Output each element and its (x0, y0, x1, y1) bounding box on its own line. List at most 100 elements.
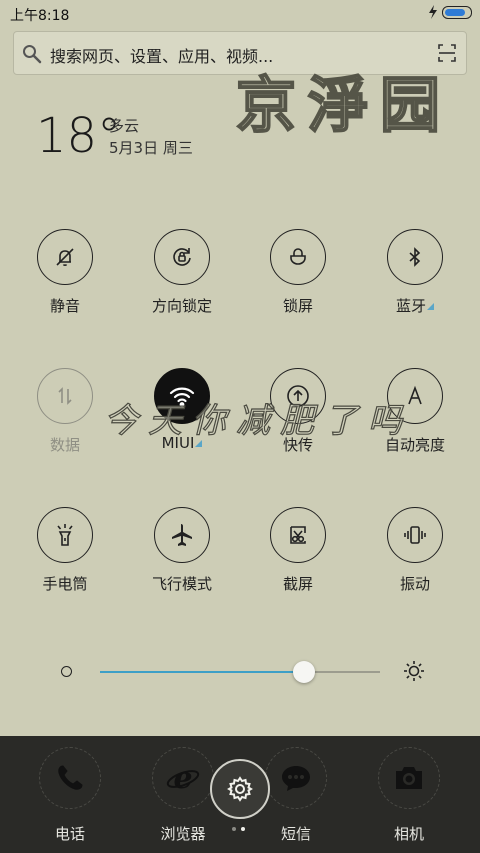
mobile-data-icon (53, 384, 77, 408)
toggle-label-text: 截屏 (282, 575, 313, 593)
toggle-button[interactable] (154, 507, 210, 563)
expand-indicator-icon (195, 440, 203, 447)
brightness-fill (100, 671, 305, 673)
toggle-label: MIUI (127, 434, 237, 452)
toggle-lock[interactable]: 锁屏 (243, 229, 353, 316)
toggle-label-text: 快传 (282, 436, 313, 454)
toggle-button[interactable] (387, 229, 443, 285)
rotation-lock-icon (170, 245, 194, 269)
toggle-auto-brightness[interactable]: 自动亮度 (360, 368, 470, 455)
brightness-thumb[interactable] (293, 661, 316, 683)
dock-label: 短信 (280, 825, 311, 843)
toggle-label: 截屏 (243, 573, 353, 594)
status-icons (428, 5, 472, 19)
camera-icon (396, 767, 422, 789)
toggle-flashlight[interactable]: 手电筒 (10, 507, 120, 594)
toggle-label-text: 锁屏 (282, 297, 313, 315)
watermark-logo-text: 京淨园 (236, 71, 452, 138)
search-input[interactable]: 搜索网页、设置、应用、视频... (50, 43, 273, 67)
toggle-label: 锁屏 (243, 295, 353, 316)
scan-icon[interactable] (438, 44, 456, 62)
dock-label: 相机 (393, 825, 424, 843)
toggle-label-text: 自动亮度 (384, 436, 445, 454)
toggle-button[interactable] (37, 368, 93, 424)
toggle-vibrate[interactable]: 振动 (360, 507, 470, 594)
toggle-wifi[interactable]: MIUI (127, 368, 237, 452)
brightness-high-icon (404, 661, 424, 681)
toggle-bluetooth[interactable]: 蓝牙 (360, 229, 470, 316)
mute-bell-icon (53, 245, 77, 269)
lock-icon (286, 245, 310, 269)
dock-camera[interactable]: 相机 (359, 747, 459, 844)
battery-icon (442, 5, 472, 19)
toggle-label-text: 数据 (49, 436, 80, 454)
toggle-button[interactable] (37, 507, 93, 563)
toggle-button[interactable] (154, 229, 210, 285)
charging-icon (429, 5, 437, 19)
toggle-label: 方向锁定 (127, 295, 237, 316)
toggle-label-text: 蓝牙 (395, 297, 426, 315)
wifi-icon (168, 384, 196, 408)
auto-brightness-icon (403, 384, 427, 408)
toggle-button[interactable] (154, 368, 210, 424)
toggle-button[interactable] (387, 368, 443, 424)
airplane-icon (169, 522, 195, 548)
weather-condition: 多云 (109, 117, 140, 135)
gear-icon (227, 776, 253, 802)
vibrate-icon (402, 523, 428, 547)
screenshot-icon (286, 523, 310, 547)
dock-phone-ring (39, 747, 101, 809)
flashlight-icon (53, 522, 77, 548)
weather-date: 5月3日 周三 (109, 139, 193, 157)
dock-label: 电话 (54, 825, 85, 843)
battery-fill (445, 8, 465, 16)
dock-camera-ring (378, 747, 440, 809)
svg-text:e: e (173, 762, 192, 794)
toggle-quick-transfer[interactable]: 快传 (243, 368, 353, 455)
toggle-label: 快传 (243, 434, 353, 455)
toggle-label-text: 飞行模式 (151, 575, 212, 593)
toggle-screenshot[interactable]: 截屏 (243, 507, 353, 594)
status-bar: 上午8:18 (0, 0, 480, 26)
toggle-button[interactable] (270, 507, 326, 563)
brightness-track[interactable] (100, 671, 380, 673)
toggle-label-text: 静音 (49, 297, 80, 315)
toggle-label: 静音 (10, 295, 120, 316)
phone-icon (58, 765, 83, 790)
settings-button[interactable] (210, 759, 270, 819)
dock-message-ring (265, 747, 327, 809)
dock-phone[interactable]: 电话 (20, 747, 120, 844)
page-dot-active (241, 827, 245, 831)
expand-indicator-icon (427, 303, 434, 310)
toggle-label: 自动亮度 (360, 434, 470, 455)
browser-icon: e (166, 762, 200, 794)
toggle-airplane[interactable]: 飞行模式 (127, 507, 237, 594)
toggle-mute-bell[interactable]: 静音 (10, 229, 120, 316)
toggle-rotation-lock[interactable]: 方向锁定 (127, 229, 237, 316)
toggle-label: 蓝牙 (360, 295, 470, 316)
toggle-label-text: 振动 (399, 575, 430, 593)
toggle-button[interactable] (387, 507, 443, 563)
toggle-label-text: 方向锁定 (151, 297, 212, 315)
watermark-logo: 京淨园 (235, 70, 452, 138)
toggle-button[interactable] (270, 368, 326, 424)
bluetooth-icon (403, 245, 427, 269)
dock-browser-ring: e (152, 747, 214, 809)
status-time: 上午8:18 (10, 8, 70, 24)
page-indicator (232, 827, 245, 831)
brightness-low-icon (61, 666, 72, 677)
toggle-label: 手电筒 (10, 573, 120, 594)
toggle-label: 数据 (10, 434, 120, 455)
message-icon (282, 766, 310, 791)
toggle-label-text: 手电筒 (42, 575, 88, 593)
toggle-label: 飞行模式 (127, 573, 237, 594)
toggle-button[interactable] (37, 229, 93, 285)
toggle-mobile-data[interactable]: 数据 (10, 368, 120, 455)
search-icon (23, 45, 42, 64)
toggle-label-text: MIUI (161, 434, 195, 452)
toggle-label: 振动 (360, 573, 470, 594)
brightness-slider[interactable] (0, 650, 480, 694)
toggle-button[interactable] (270, 229, 326, 285)
quick-transfer-icon (285, 383, 311, 409)
page-dot (232, 827, 236, 831)
